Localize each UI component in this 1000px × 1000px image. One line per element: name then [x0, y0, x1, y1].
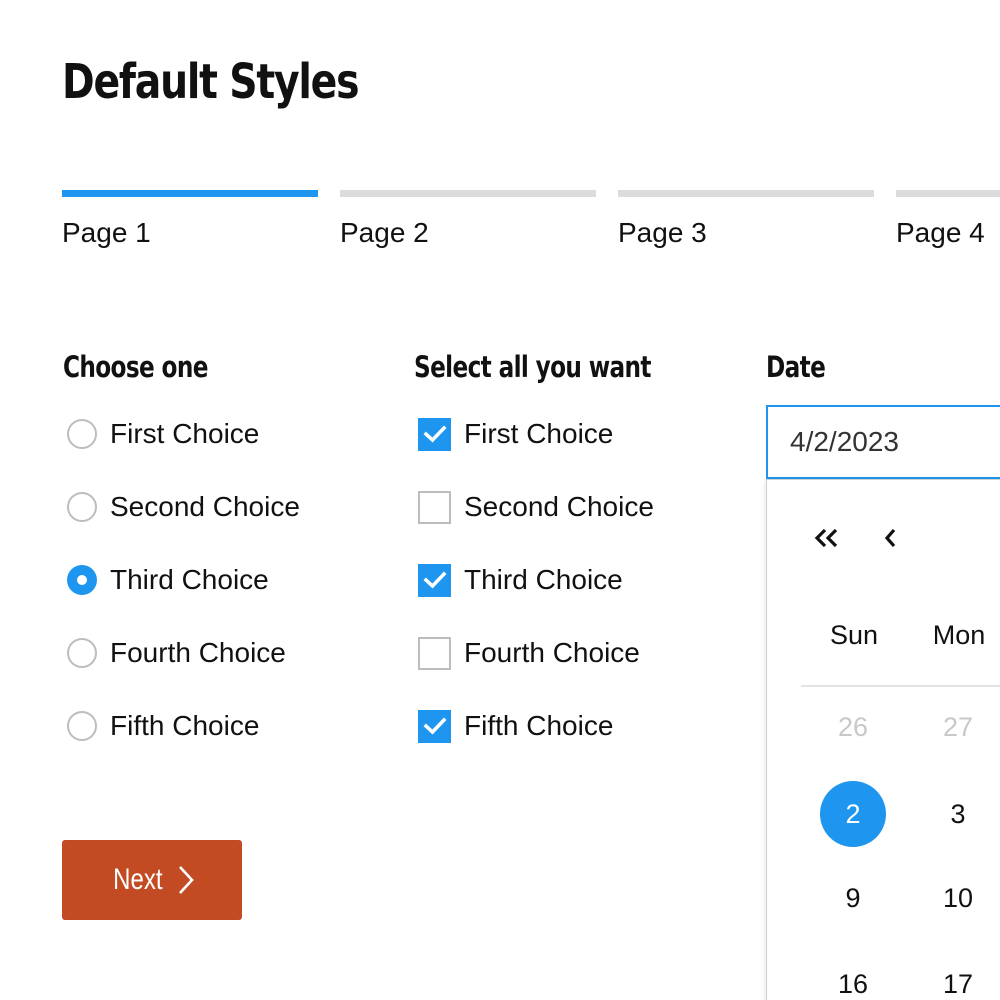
- radio-button[interactable]: [67, 492, 97, 522]
- next-button[interactable]: Next: [62, 840, 242, 920]
- calendar-day[interactable]: 26: [820, 694, 886, 760]
- radio-option-label: Second Choice: [110, 491, 300, 522]
- radio-option-label: Third Choice: [110, 564, 269, 595]
- radio-option-label: Fourth Choice: [110, 637, 286, 668]
- radio-button[interactable]: [67, 711, 97, 741]
- progress-label: Page 3: [618, 217, 707, 248]
- calendar-day[interactable]: 3: [925, 781, 991, 847]
- calendar-day[interactable]: 10: [925, 865, 991, 931]
- radio-button[interactable]: [67, 638, 97, 668]
- checkbox-group-label: Select all you want: [414, 350, 652, 384]
- radio-group-label: Choose one: [63, 350, 208, 384]
- checkbox[interactable]: [418, 636, 451, 670]
- chevron-left-icon: [884, 528, 896, 548]
- radio-option-fourth[interactable]: Fourth Choice: [67, 633, 286, 673]
- progress-bar: [896, 190, 1000, 197]
- calendar-day[interactable]: 17: [925, 951, 991, 1000]
- progress-step-page-1[interactable]: Page 1: [62, 190, 318, 250]
- date-label: Date: [766, 350, 826, 384]
- radio-button-selected[interactable]: [67, 565, 97, 595]
- progress-bar: [618, 190, 874, 197]
- checkbox-option-label: Fifth Choice: [464, 710, 614, 741]
- checkmark-icon: [423, 717, 446, 735]
- next-button-label: Next: [113, 863, 163, 896]
- calendar-day[interactable]: 9: [820, 865, 886, 931]
- date-input[interactable]: [766, 405, 1000, 479]
- checkbox-option-fourth[interactable]: Fourth Choice: [418, 633, 640, 673]
- checkbox-checked[interactable]: [418, 709, 451, 743]
- checkmark-icon: [423, 571, 446, 589]
- progress-step-page-2[interactable]: Page 2: [340, 190, 596, 250]
- form-page: Default Styles Page 1 Page 2 Page 3 Page…: [0, 0, 1000, 1000]
- progress-step-page-4[interactable]: Page 4: [896, 190, 1000, 250]
- checkbox-checked[interactable]: [418, 563, 451, 597]
- calendar-divider: [801, 685, 1000, 687]
- checkbox-option-label: Fourth Choice: [464, 637, 640, 668]
- progress-bar: [62, 190, 318, 197]
- radio-option-label: First Choice: [110, 418, 260, 449]
- date-picker-calendar: Sun Mon 26 27 2 3 9 10 16 17: [766, 479, 1000, 1000]
- weekday-header: Mon: [932, 620, 986, 650]
- progress-step-page-3[interactable]: Page 3: [618, 190, 874, 250]
- checkbox-checked[interactable]: [418, 417, 451, 451]
- checkbox[interactable]: [418, 490, 451, 524]
- calendar-day[interactable]: 16: [820, 951, 886, 1000]
- chevron-right-icon: [178, 866, 194, 894]
- checkbox-option-label: Second Choice: [464, 491, 654, 522]
- checkmark-icon: [423, 425, 446, 443]
- radio-button[interactable]: [67, 419, 97, 449]
- radio-option-third[interactable]: Third Choice: [67, 560, 269, 600]
- page-title: Default Styles: [62, 54, 360, 110]
- checkbox-option-first[interactable]: First Choice: [418, 414, 613, 454]
- checkbox-option-label: First Choice: [464, 418, 614, 449]
- double-chevron-left-icon: [814, 528, 838, 548]
- calendar-day-selected[interactable]: 2: [820, 781, 886, 847]
- radio-option-label: Fifth Choice: [110, 710, 260, 741]
- checkbox-option-third[interactable]: Third Choice: [418, 560, 623, 600]
- previous-year-button[interactable]: [807, 518, 847, 558]
- weekday-header: Sun: [829, 620, 879, 650]
- checkbox-option-second[interactable]: Second Choice: [418, 487, 654, 527]
- progress-label: Page 4: [896, 217, 985, 248]
- progress-bar: [340, 190, 596, 197]
- progress-label: Page 1: [62, 217, 151, 248]
- radio-option-fifth[interactable]: Fifth Choice: [67, 706, 259, 746]
- previous-month-button[interactable]: [871, 518, 911, 558]
- radio-option-second[interactable]: Second Choice: [67, 487, 300, 527]
- checkbox-option-fifth[interactable]: Fifth Choice: [418, 706, 613, 746]
- radio-option-first[interactable]: First Choice: [67, 414, 259, 454]
- calendar-day[interactable]: 27: [925, 694, 991, 760]
- progress-label: Page 2: [340, 217, 429, 248]
- checkbox-option-label: Third Choice: [464, 564, 623, 595]
